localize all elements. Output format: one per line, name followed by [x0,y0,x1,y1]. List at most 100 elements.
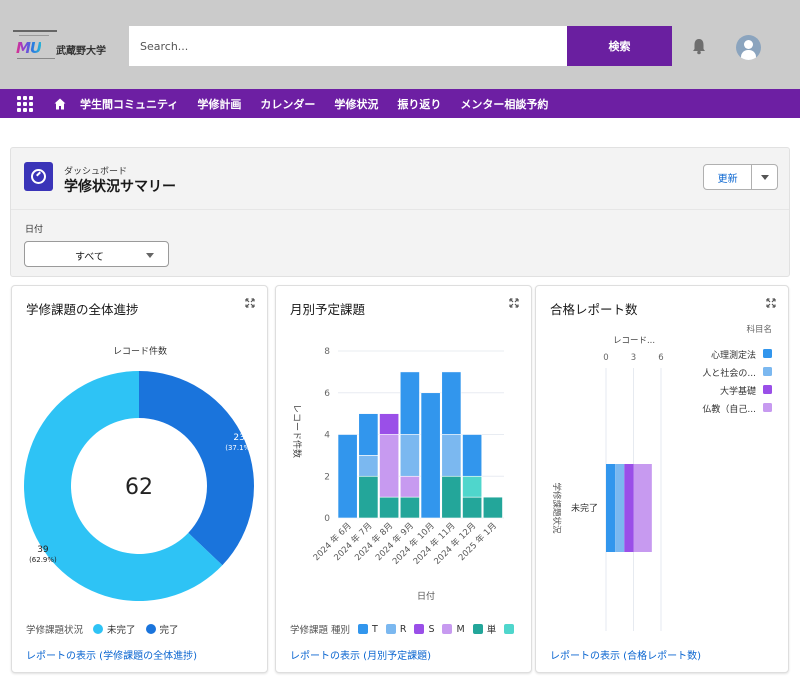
nav-item-study-plan[interactable]: 学修計画 [197,96,241,112]
avatar-body [741,50,756,60]
expand-icon[interactable] [245,298,255,308]
legend-label[interactable]: R [400,624,407,635]
bar-segment [379,496,400,519]
donut-legend: 学修課題状況 未完了 完了 [26,622,179,636]
y-tick-label: 4 [324,431,330,441]
bar-segment [615,464,625,552]
y-axis-title: 学修課題状況 [551,482,562,534]
bar-segment [624,464,634,552]
bar-segment [399,475,420,498]
legend-label[interactable]: 単 [487,622,497,636]
y-tick-label: 6 [324,389,330,399]
refresh-button[interactable]: 更新 [704,165,753,189]
dashboard-gauge-icon [24,162,53,191]
bar-segment [482,496,503,519]
legend-swatch [763,349,772,358]
bar-segment [379,413,400,435]
refresh-button-group: 更新 [703,164,778,190]
bar-segment [337,434,358,519]
slice-percent-label: (62.9%) [29,556,57,564]
slice-value-label: 39 [37,545,49,555]
slice-percent-label: (37.1%) [225,444,253,452]
nav-item-calendar[interactable]: カレンダー [260,96,315,112]
legend-swatch [763,403,772,412]
bar-segment [441,434,462,477]
legend-label[interactable]: T [372,624,378,635]
legend-label[interactable]: M [456,624,464,635]
dashboard-header: ダッシュボード 学修状況サマリー 更新 日付 すべて [10,147,790,277]
home-icon[interactable] [54,98,66,110]
y-axis-title-group: 学修課題状況 [551,482,562,534]
bar-segment [420,392,441,519]
expand-icon[interactable] [766,298,776,308]
logo-tagline-sub [19,35,49,36]
bar-segment [358,413,379,456]
x-tick-label: 6 [658,353,663,363]
bell-icon[interactable] [690,37,708,55]
legend-title: 学修課題状況 [26,625,84,636]
logo-mark: MU [16,39,42,57]
dashboard-title: 学修状況サマリー [64,179,176,195]
view-report-link[interactable]: レポートの表示 (月別予定課題) [290,647,431,662]
logo-name: 武蔵野大学 [56,46,106,57]
logo-tagline [13,30,57,32]
main-nav: 学生間コミュニティ 学修計画 カレンダー 学修状況 振り返り メンター相談予約 [0,89,800,118]
nav-item-mentor-booking[interactable]: メンター相談予約 [460,96,548,112]
date-filter-value: すべて [75,252,104,263]
legend-label-incomplete[interactable]: 未完了 [107,622,136,636]
date-filter-label: 日付 [25,225,44,235]
nav-item-community[interactable]: 学生間コミュニティ [80,96,178,112]
view-report-link[interactable]: レポートの表示 (合格レポート数) [550,647,701,662]
bar-segment [633,464,652,552]
legend-title: 科目名 [746,324,772,335]
bar-segment [462,475,483,498]
y-axis-title-group: レコード件数 [291,404,303,458]
donut-center-total: 62 [125,475,153,500]
bar-segment [399,496,420,519]
view-report-link[interactable]: レポートの表示 (学修課題の全体進捗) [26,647,197,662]
refresh-menu-button[interactable] [752,165,777,189]
y-tick-label: 8 [324,347,330,357]
legend-swatch [385,624,396,634]
card-title: 月別予定課題 [290,302,366,317]
y-category-label: 未完了 [571,502,598,514]
x-axis-title: 日付 [417,591,435,602]
nav-item-reflection[interactable]: 振り返り [397,96,441,112]
search-input[interactable]: Search... [129,26,567,66]
chart-title: レコード件数 [113,345,167,357]
legend-swatch [414,624,425,634]
date-filter-select[interactable]: すべて [24,241,169,267]
legend-label: 人と社会の... [702,367,756,379]
legend-title: 学修課題 種別 [290,625,351,636]
legend-swatch [763,367,772,376]
search-button[interactable]: 検索 [567,26,672,66]
top-header: MU 武蔵野大学 Search... 検索 [0,0,800,90]
university-logo[interactable]: MU 武蔵野大学 [13,30,113,62]
legend-label: 心理測定法 [711,349,756,361]
header-divider [11,209,789,210]
user-avatar-icon[interactable] [736,35,761,60]
search-placeholder: Search... [140,39,189,53]
expand-icon[interactable] [509,298,519,308]
legend-swatch [472,624,483,634]
progress-card: 学修課題の全体進捗 レコード件数 23 (37.1%) 39 (62.9%) 62 学修課… [11,285,268,673]
legend-label: 大学基礎 [720,385,756,397]
legend-label[interactable]: S [428,624,434,635]
bar-segment [606,464,616,552]
slice-value-label: 23 [233,433,244,443]
donut-chart: レコード件数 23(37.1%) 39(62.9%) 62 [23,345,254,601]
bar-segment [399,371,420,435]
legend-swatch [504,624,515,634]
x-tick-label: 3 [631,353,636,363]
nav-item-study-status[interactable]: 学修状況 [334,96,378,112]
app-launcher-icon[interactable] [17,95,33,112]
bar-segment [441,475,462,519]
bar-segment [358,455,379,477]
bar-segment [462,434,483,477]
y-tick-label: 0 [324,514,330,524]
logo-subtext [17,58,55,59]
legend-label-complete[interactable]: 完了 [160,622,179,636]
card-title: 学修課題の全体進捗 [26,302,139,317]
bar-segment [441,371,462,435]
chevron-down-icon [146,253,154,258]
